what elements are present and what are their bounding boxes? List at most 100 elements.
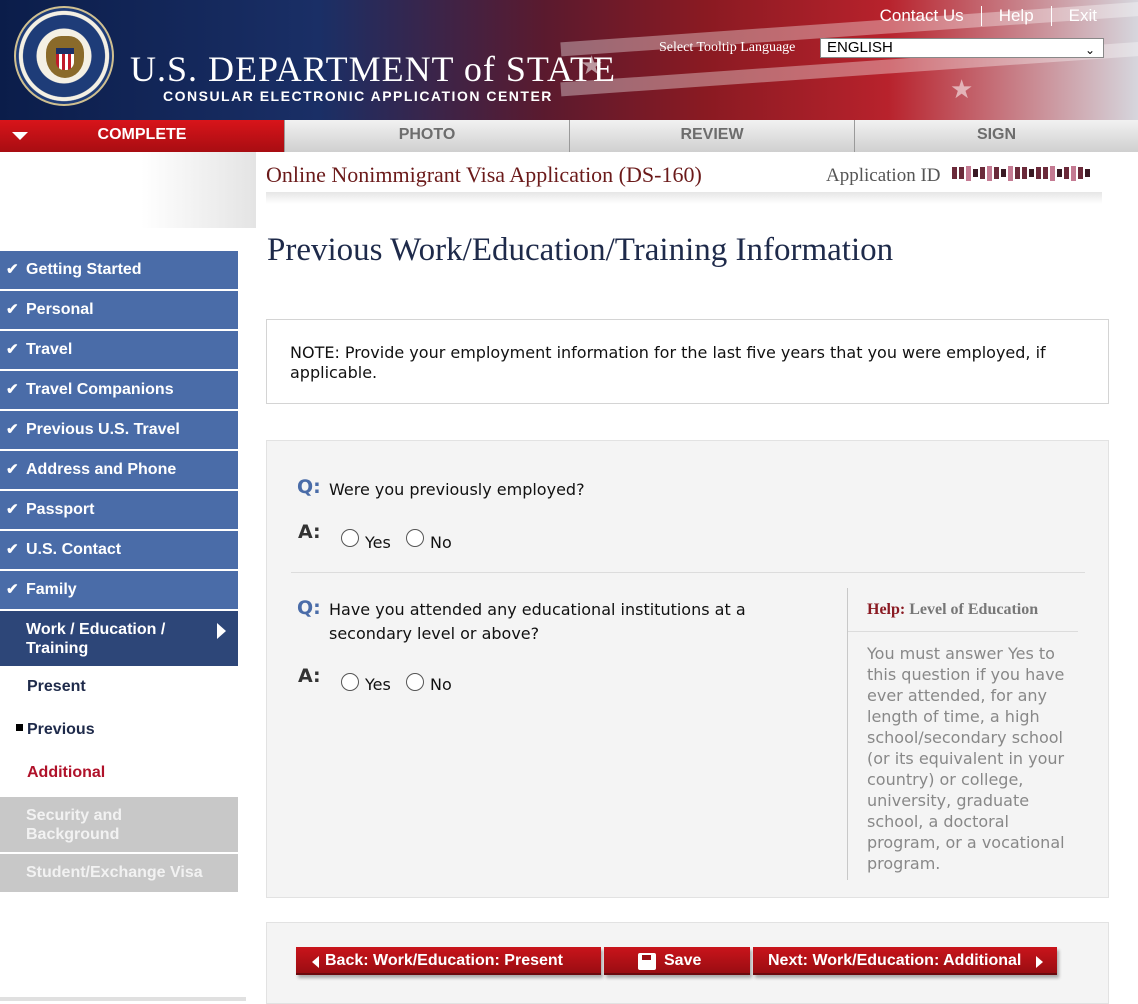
checkmark-icon: ✔	[6, 501, 19, 518]
sidebar-item-label: Previous	[27, 721, 95, 738]
step-review[interactable]: REVIEW	[570, 120, 855, 152]
sidebar-item-previous-us-travel[interactable]: ✔ Previous U.S. Travel	[0, 411, 238, 449]
sidebar-item-label: Passport	[26, 501, 95, 518]
employed-yes-radio[interactable]	[341, 529, 359, 547]
tooltip-language-select[interactable]: ENGLISH ⌄	[820, 38, 1104, 58]
step-label: SIGN	[976, 126, 1017, 143]
checkmark-icon: ✔	[6, 421, 19, 438]
employed-no-radio[interactable]	[406, 529, 424, 547]
question-marker: Q:	[297, 476, 321, 498]
step-sign[interactable]: SIGN	[855, 120, 1138, 152]
arrow-left-icon	[312, 956, 319, 968]
tooltip-language-label: Select Tooltip Language	[659, 40, 796, 55]
department-subtitle: CONSULAR ELECTRONIC APPLICATION CENTER	[163, 88, 553, 104]
sidebar-item-label: Personal	[26, 301, 94, 318]
question-attended-education: Have you attended any educational instit…	[329, 598, 746, 646]
sidebar-item-label: Security and	[26, 807, 123, 824]
help-title: Help: Level of Education	[867, 601, 1038, 619]
question-divider	[291, 572, 1085, 573]
help-text: You must answer Yes to this question if …	[867, 644, 1065, 873]
sidebar-subitem-additional[interactable]: Additional	[0, 754, 238, 797]
navigation-buttons: Back: Work/Education: Present Save Next:…	[266, 922, 1109, 1004]
sidebar-item-student-exchange-visa: Student/Exchange Visa	[0, 854, 238, 892]
sidebar-item-label: U.S. Contact	[26, 541, 122, 558]
sidebar-nav: ✔ Getting Started ✔ Personal ✔ Travel ✔ Trav…	[0, 251, 238, 894]
sidebar-subitem-present[interactable]: Present	[0, 668, 238, 711]
question-text-line: Have you attended any educational instit…	[329, 600, 746, 619]
education-yes-radio[interactable]	[341, 673, 359, 691]
question-previously-employed: Were you previously employed?	[329, 480, 585, 499]
department-seal-logo	[14, 6, 114, 106]
answer-marker: A:	[298, 665, 321, 687]
sidebar-item-label: Background	[26, 826, 120, 843]
department-title: U.S. DEPARTMENT of STATE	[130, 49, 617, 89]
help-prefix: Help:	[867, 601, 906, 618]
sidebar-item-label: Getting Started	[26, 261, 142, 278]
radio-label: No	[430, 533, 452, 552]
sidebar-item-personal[interactable]: ✔ Personal	[0, 291, 238, 329]
next-button[interactable]: Next: Work/Education: Additional	[753, 947, 1057, 975]
sidebar-item-family[interactable]: ✔ Family	[0, 571, 238, 609]
question-text-line: secondary level or above?	[329, 624, 540, 643]
answer-marker: A:	[298, 521, 321, 543]
sidebar-item-label: Work / Education /	[26, 621, 166, 638]
next-button-label: Next: Work/Education: Additional	[768, 952, 1022, 969]
page-title: Previous Work/Education/Training Informa…	[267, 232, 894, 268]
back-button-label: Back: Work/Education: Present	[325, 952, 563, 969]
help-topic: Level of Education	[909, 601, 1039, 618]
question-marker: Q:	[297, 597, 321, 619]
sidebar-item-getting-started[interactable]: ✔ Getting Started	[0, 251, 238, 289]
sidebar-item-label: Training	[26, 640, 89, 657]
chevron-down-icon: ⌄	[1084, 43, 1095, 57]
application-id-label: Application ID	[826, 165, 941, 186]
sidebar-item-travel-companions[interactable]: ✔ Travel Companions	[0, 371, 238, 409]
contact-us-link[interactable]: Contact Us	[863, 6, 981, 26]
title-divider	[266, 192, 1102, 204]
radio-label: No	[430, 675, 452, 694]
help-divider	[848, 631, 1078, 632]
exit-link[interactable]: Exit	[1052, 6, 1114, 26]
radio-label: Yes	[365, 675, 391, 694]
caret-down-icon	[12, 132, 28, 140]
checkmark-icon: ✔	[6, 381, 19, 398]
sidebar-item-label: Address and Phone	[26, 461, 177, 478]
checkmark-icon: ✔	[6, 541, 19, 558]
help-panel: Help: Level of Education You must answer…	[847, 588, 1078, 880]
step-label: COMPLETE	[97, 126, 187, 143]
sidebar-footer-rule	[0, 997, 246, 1001]
step-complete[interactable]: COMPLETE	[0, 120, 285, 152]
application-id-redacted	[952, 164, 1102, 182]
sidebar-item-travel[interactable]: ✔ Travel	[0, 331, 238, 369]
education-no-radio[interactable]	[406, 673, 424, 691]
site-header: ★ ★ U.S. DEPARTMENT of STATE CONSULAR EL…	[0, 0, 1138, 120]
save-disk-icon	[638, 953, 656, 970]
application-title: Online Nonimmigrant Visa Application (DS…	[266, 162, 702, 187]
back-button[interactable]: Back: Work/Education: Present	[296, 947, 601, 975]
step-label: PHOTO	[398, 126, 456, 143]
checkmark-icon: ✔	[6, 301, 19, 318]
sidebar-item-label: Family	[26, 581, 77, 598]
sidebar-item-label: Travel Companions	[26, 381, 174, 398]
save-button-label: Save	[664, 952, 702, 969]
save-button[interactable]: Save	[604, 947, 750, 975]
radio-label: Yes	[365, 533, 391, 552]
top-links: Contact Us Help Exit	[863, 6, 1114, 26]
sidebar-header-shade	[0, 152, 256, 228]
sidebar-item-work-education-training[interactable]: Work / Education / Training	[0, 611, 238, 666]
current-page-bullet-icon	[16, 724, 23, 731]
checkmark-icon: ✔	[6, 341, 19, 358]
sidebar-item-label: Previous U.S. Travel	[26, 421, 180, 438]
sidebar-item-passport[interactable]: ✔ Passport	[0, 491, 238, 529]
help-link[interactable]: Help	[982, 6, 1051, 26]
caret-right-icon	[217, 623, 226, 639]
sidebar-item-label: Travel	[26, 341, 73, 358]
sidebar-item-us-contact[interactable]: ✔ U.S. Contact	[0, 531, 238, 569]
sidebar-item-security-background: Security and Background	[0, 797, 238, 852]
checkmark-icon: ✔	[6, 461, 19, 478]
sidebar-subitem-previous[interactable]: Previous	[0, 711, 238, 754]
sidebar-item-address-phone[interactable]: ✔ Address and Phone	[0, 451, 238, 489]
note-box: NOTE: Provide your employment informatio…	[266, 319, 1109, 404]
step-photo[interactable]: PHOTO	[285, 120, 570, 152]
star-icon: ★	[950, 74, 974, 104]
arrow-right-icon	[1036, 956, 1043, 968]
